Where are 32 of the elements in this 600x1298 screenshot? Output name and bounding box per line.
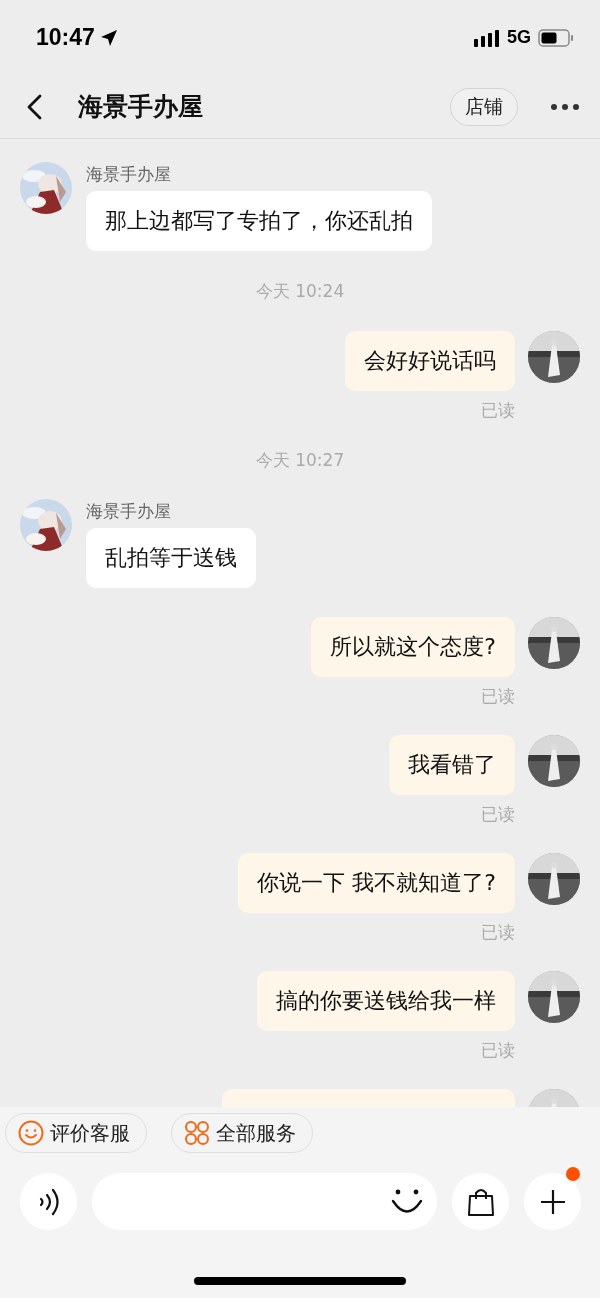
clock-time: 10:47 bbox=[36, 24, 95, 51]
network-label: 5G bbox=[507, 27, 531, 48]
timestamp: 今天 10:24 bbox=[255, 280, 345, 302]
message-bubble: 那上边都写了专拍了，你还乱拍 bbox=[86, 191, 432, 251]
quick-action-button[interactable]: 评价客服 bbox=[5, 1113, 147, 1153]
read-receipt: 已读 bbox=[481, 686, 515, 706]
sender-name: 海景手办屋 bbox=[86, 500, 171, 522]
message-bubble: 你说一下 我不就知道了? bbox=[238, 853, 515, 913]
read-receipt: 已读 bbox=[481, 922, 515, 942]
more-icon[interactable] bbox=[550, 102, 580, 111]
message-bubble: 所以就这个态度? bbox=[311, 617, 515, 677]
read-receipt: 已读 bbox=[481, 400, 515, 420]
shop-button[interactable]: 店铺 bbox=[450, 87, 518, 126]
signal-icon bbox=[474, 28, 500, 47]
smiley-icon[interactable] bbox=[391, 1187, 423, 1216]
message-bubble: 我看错了 bbox=[389, 735, 515, 795]
chat-title: 海景手办屋 bbox=[78, 91, 204, 123]
plus-icon bbox=[539, 1188, 566, 1215]
quick-action-button[interactable]: 全部服务 bbox=[171, 1113, 313, 1153]
sender-name: 海景手办屋 bbox=[86, 163, 171, 185]
timestamp: 今天 10:27 bbox=[255, 449, 345, 471]
message-bubble: 会好好说话吗 bbox=[345, 331, 515, 391]
shopping-bag-icon bbox=[466, 1186, 495, 1217]
message-bubble: 搞的你要送钱给我一样 bbox=[257, 971, 515, 1031]
grid-icon bbox=[184, 1120, 210, 1146]
read-receipt: 已读 bbox=[481, 1040, 515, 1060]
battery-icon bbox=[538, 28, 574, 47]
back-icon[interactable] bbox=[26, 93, 42, 120]
message-bubble: 乱拍等于送钱 bbox=[86, 528, 256, 588]
location-arrow-icon bbox=[99, 28, 118, 47]
smiley-icon bbox=[18, 1120, 44, 1146]
read-receipt: 已读 bbox=[481, 804, 515, 824]
